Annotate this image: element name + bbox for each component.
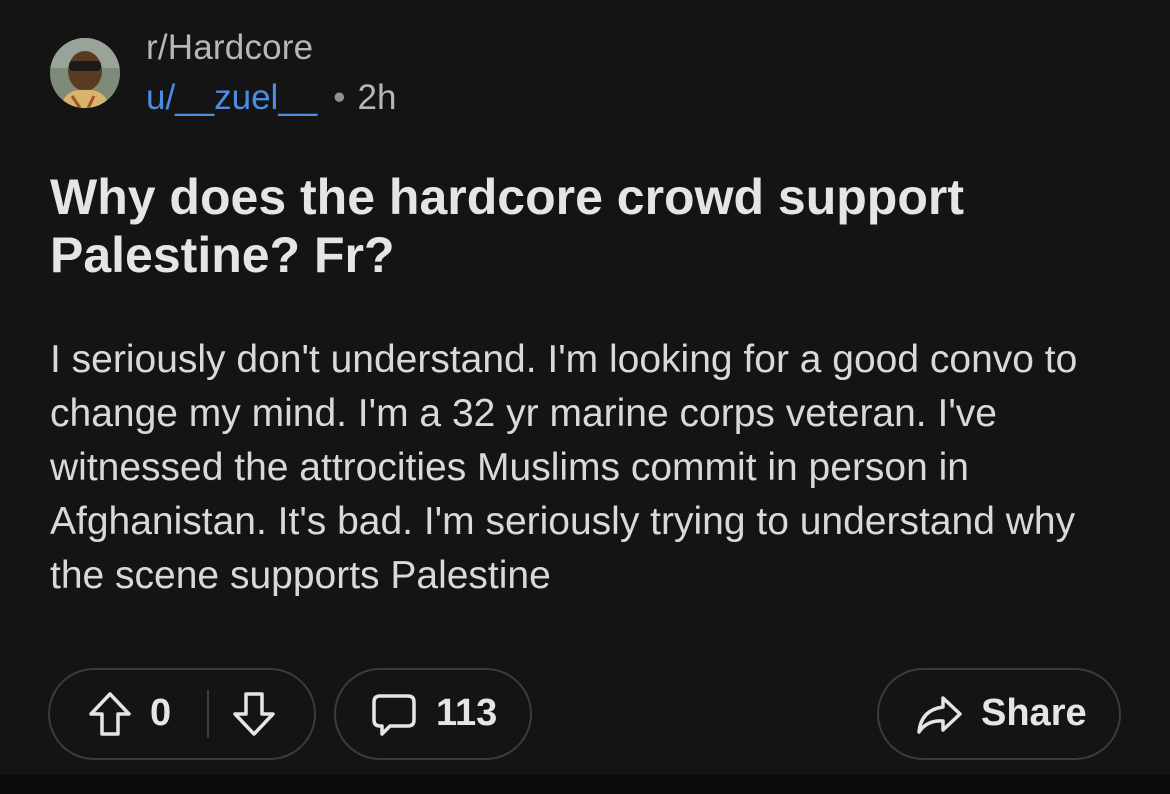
comments-button[interactable]: 113 xyxy=(334,668,532,760)
share-label: Share xyxy=(981,692,1087,734)
post-meta: u/__zuel__ • 2h xyxy=(146,78,396,118)
vote-control: 0 xyxy=(48,668,316,760)
post-body: I seriously don't understand. I'm lookin… xyxy=(50,338,1078,597)
comment-count: 113 xyxy=(436,692,498,734)
vote-score: 0 xyxy=(150,692,172,734)
post-timestamp: 2h xyxy=(357,78,397,117)
share-button[interactable]: Share xyxy=(877,668,1121,760)
avatar[interactable] xyxy=(50,38,120,108)
bottom-divider xyxy=(0,775,1170,794)
subreddit-name[interactable]: r/Hardcore xyxy=(146,28,313,68)
comment-bubble-icon xyxy=(370,692,418,738)
share-arrow-icon xyxy=(915,694,963,736)
upvote-arrow-icon[interactable] xyxy=(86,690,134,738)
post-card[interactable]: r/Hardcore u/__zuel__ • 2h Why does the ha… xyxy=(0,0,1170,775)
meta-separator: • xyxy=(333,78,346,117)
username-link[interactable]: u/__zuel__ xyxy=(146,78,317,117)
post-title[interactable]: Why does the hardcore crowd support Pale… xyxy=(50,168,1130,284)
downvote-arrow-icon[interactable] xyxy=(230,690,278,738)
vote-divider xyxy=(207,690,209,738)
